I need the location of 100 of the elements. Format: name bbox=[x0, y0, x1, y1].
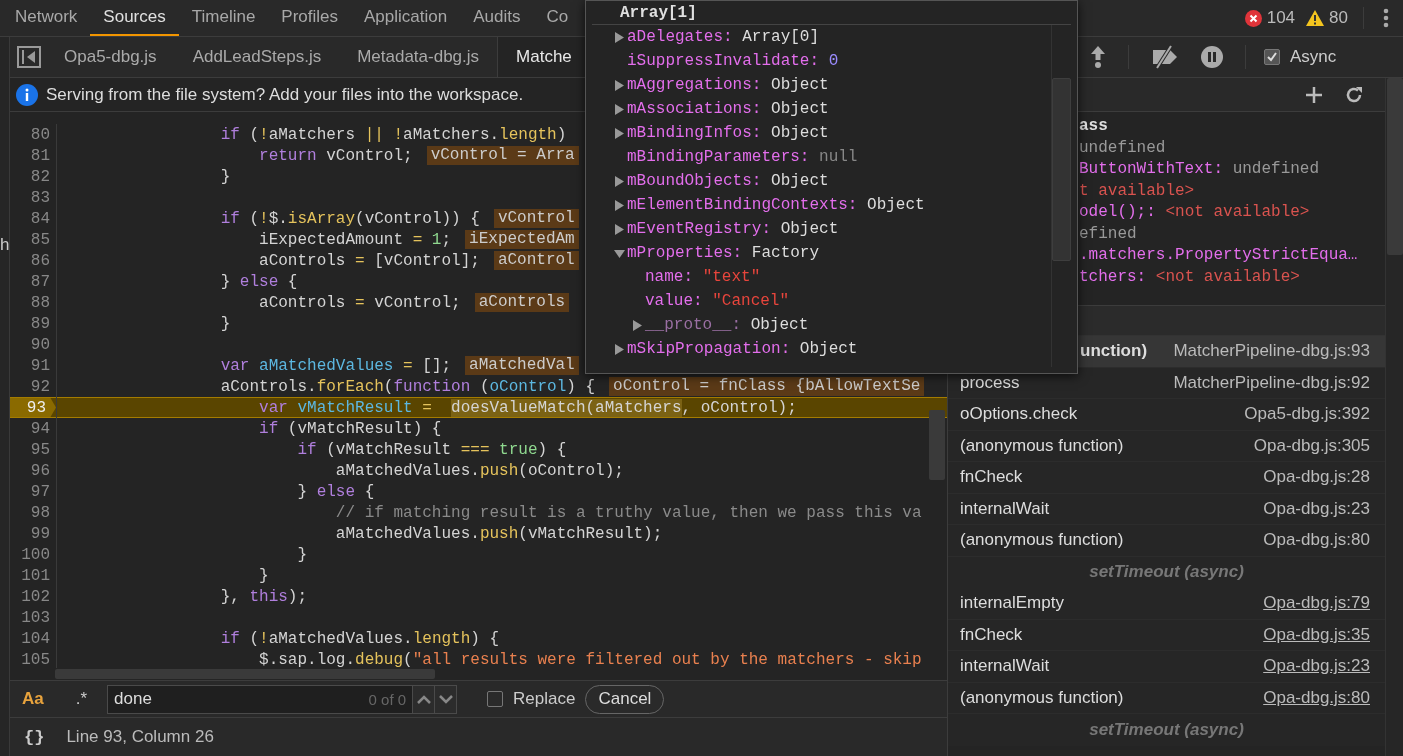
code-text: } bbox=[219, 314, 231, 333]
scope-entry: odel();: <not available> bbox=[1079, 203, 1311, 223]
code-text: aMatchedValues.push(oControl); bbox=[334, 461, 624, 480]
code-text: } bbox=[296, 545, 308, 564]
line-number: 80 bbox=[30, 125, 51, 144]
async-label: setTimeout (async) bbox=[1089, 562, 1244, 583]
collapsed-triangle-icon[interactable] bbox=[630, 319, 645, 331]
expanded-triangle-icon[interactable] bbox=[612, 247, 627, 259]
chevron-down-icon bbox=[438, 694, 453, 704]
line-number: 83 bbox=[30, 188, 51, 207]
panel-tab[interactable]: Network bbox=[2, 0, 91, 36]
line-number: 104 bbox=[21, 629, 51, 648]
property-entry: mElementBindingContexts: Object bbox=[627, 196, 925, 214]
code-text: } else { bbox=[219, 272, 298, 291]
replace-checkbox[interactable] bbox=[487, 691, 504, 707]
source-location: Opa-dbg.js:23 bbox=[1263, 498, 1370, 519]
collapsed-triangle-icon[interactable] bbox=[612, 79, 627, 91]
inline-value: vControl = Arra bbox=[426, 146, 579, 165]
inline-value: aControl bbox=[493, 251, 579, 270]
source-location: Opa-dbg.js:305 bbox=[1253, 435, 1370, 456]
scope-entry: tchers: <not available> bbox=[1079, 267, 1301, 288]
error-icon bbox=[1244, 9, 1262, 27]
code-text: } bbox=[258, 566, 269, 585]
step-out-icon[interactable] bbox=[1090, 45, 1106, 69]
source-location: Opa-dbg.js:28 bbox=[1263, 467, 1370, 488]
pause-icon[interactable] bbox=[1201, 46, 1223, 68]
code-text: if (vMatchResult === true) { bbox=[296, 440, 567, 459]
file-tab[interactable]: Metadata-dbg.js bbox=[339, 37, 498, 77]
panel-tab[interactable]: Audits bbox=[460, 0, 534, 36]
panel-tab[interactable]: Co bbox=[533, 0, 582, 36]
code-text: aControls = vControl; bbox=[258, 293, 461, 312]
line-number: 102 bbox=[21, 587, 51, 606]
function-name: unction) bbox=[1080, 341, 1148, 362]
property-entry: mBindingParameters: null bbox=[627, 148, 858, 166]
menu-icon[interactable] bbox=[1383, 8, 1389, 28]
function-name: (anonymous function) bbox=[960, 687, 1124, 708]
function-name: internalWait bbox=[960, 656, 1050, 677]
panel-tab[interactable]: Profiles bbox=[268, 0, 352, 36]
current-line-number: 93 bbox=[10, 398, 56, 417]
search-input[interactable]: done bbox=[108, 685, 369, 713]
next-match-button[interactable] bbox=[434, 685, 457, 713]
scope-heading: ass bbox=[1079, 117, 1109, 137]
code-text: } bbox=[219, 167, 231, 186]
inline-value: aControls bbox=[474, 293, 570, 312]
collapsed-triangle-icon[interactable] bbox=[612, 31, 627, 43]
collapsed-triangle-icon[interactable] bbox=[612, 175, 627, 187]
file-tab[interactable]: Opa5-dbg.js bbox=[46, 37, 175, 77]
scope-entry: t available> bbox=[1079, 181, 1196, 202]
line-number: 96 bbox=[30, 461, 51, 480]
code-text: } else { bbox=[296, 482, 375, 501]
popover-title: Array[1] bbox=[619, 2, 698, 24]
line-number: 92 bbox=[30, 377, 51, 396]
scope-entry: efined bbox=[1079, 224, 1138, 245]
line-number: 84 bbox=[30, 209, 51, 228]
pretty-print-button[interactable]: {} bbox=[24, 727, 45, 747]
refresh-icon[interactable] bbox=[1345, 85, 1363, 104]
async-label: setTimeout (async) bbox=[1089, 719, 1244, 740]
collapsed-triangle-icon[interactable] bbox=[612, 199, 627, 211]
property-entry: mAggregations: Object bbox=[627, 76, 829, 94]
source-link[interactable]: Opa-dbg.js:79 bbox=[1263, 593, 1370, 614]
line-number: 95 bbox=[30, 440, 51, 459]
cancel-button[interactable]: Cancel bbox=[585, 684, 665, 714]
regex-toggle[interactable]: .* bbox=[75, 689, 88, 709]
source-link[interactable]: Opa-dbg.js:23 bbox=[1263, 656, 1370, 677]
line-number: 105 bbox=[21, 650, 51, 668]
source-location: MatcherPipeline-dbg.js:93 bbox=[1173, 341, 1370, 362]
line-number: 91 bbox=[30, 356, 51, 375]
code-text: aControls = [vControl]; bbox=[258, 251, 480, 270]
code-text: if (!aMatchedValues.length) { bbox=[219, 629, 500, 648]
property-entry: mSkipPropagation: Object bbox=[627, 340, 858, 358]
collapsed-triangle-icon[interactable] bbox=[612, 127, 627, 139]
code-text: // if matching result is a truthy value, then we pass this va bbox=[334, 503, 922, 522]
property-entry: aDelegates: Array[0] bbox=[627, 28, 820, 46]
deactivate-breakpoints-icon[interactable] bbox=[1151, 45, 1179, 69]
function-name: fnCheck bbox=[960, 467, 1023, 488]
match-case-toggle[interactable]: Aa bbox=[22, 689, 44, 709]
match-count: 0 of 0 bbox=[368, 690, 408, 708]
code-text: if (!$.isArray(vControl)) { bbox=[219, 209, 480, 228]
property-entry: mBoundObjects: Object bbox=[627, 172, 829, 190]
function-name: (anonymous function) bbox=[960, 435, 1124, 456]
panel-tab[interactable]: Application bbox=[351, 0, 461, 36]
code-text: $.sap.log.debug("all results were filtered out by the matchers - skip bbox=[258, 650, 922, 668]
source-link[interactable]: Opa-dbg.js:80 bbox=[1263, 687, 1370, 708]
add-icon[interactable] bbox=[1305, 85, 1323, 104]
line-number: 103 bbox=[21, 608, 51, 627]
collapsed-triangle-icon[interactable] bbox=[612, 103, 627, 115]
line-number: 82 bbox=[30, 167, 51, 186]
scope-entry: ButtonWithText: undefined bbox=[1079, 160, 1321, 180]
previous-match-button[interactable] bbox=[412, 685, 435, 713]
property-entry: iSuppressInvalidate: 0 bbox=[627, 52, 839, 70]
async-checkbox[interactable] bbox=[1264, 49, 1280, 65]
collapsed-triangle-icon[interactable] bbox=[612, 223, 627, 235]
panel-tab[interactable]: Timeline bbox=[178, 0, 269, 36]
line-number: 89 bbox=[30, 314, 51, 333]
collapsed-triangle-icon[interactable] bbox=[612, 343, 627, 355]
function-name: fnCheck bbox=[960, 624, 1023, 645]
source-link[interactable]: Opa-dbg.js:35 bbox=[1263, 624, 1370, 645]
function-name: (anonymous function) bbox=[960, 530, 1124, 551]
file-tab[interactable]: AddLeadSteps.js bbox=[174, 37, 340, 77]
search-field[interactable]: done 0 of 0 bbox=[107, 684, 458, 714]
